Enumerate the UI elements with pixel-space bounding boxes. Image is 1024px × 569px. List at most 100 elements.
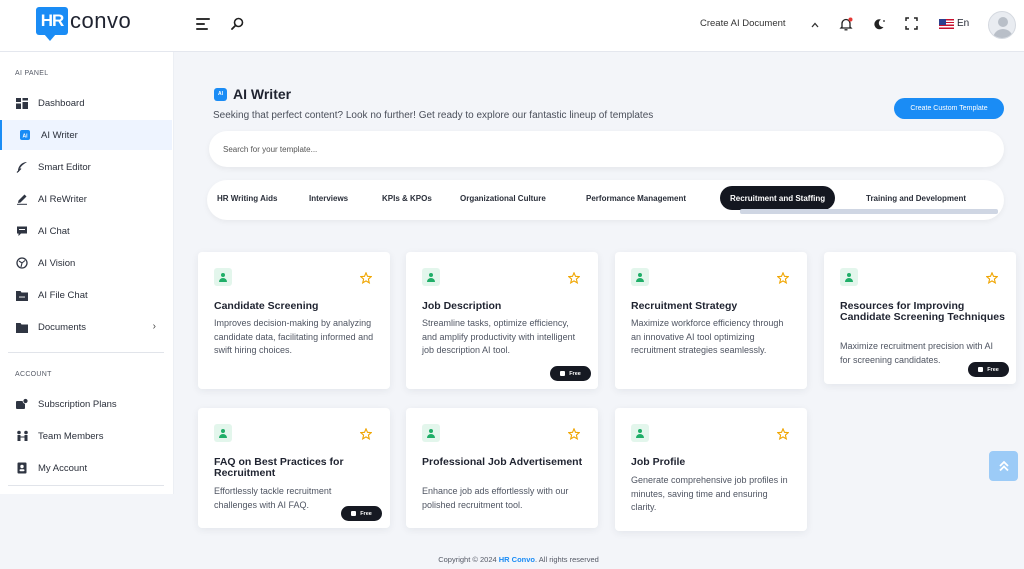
star-icon[interactable]: [567, 271, 581, 289]
dashboard-icon: [15, 96, 29, 110]
section-title-account: ACCOUNT: [15, 371, 52, 378]
sidebar-item-label: AI File Chat: [38, 289, 88, 301]
account-icon: [15, 461, 29, 475]
tab-interviews[interactable]: Interviews: [299, 186, 358, 210]
feather-icon: [15, 160, 29, 174]
sidebar-item-subscription-plans[interactable]: Subscription Plans: [0, 389, 172, 419]
sidebar-item-my-account[interactable]: My Account: [0, 453, 172, 483]
card-title: Resources for Improving Candidate Screen…: [840, 300, 1005, 323]
sidebar-item-label: Team Members: [38, 430, 104, 442]
create-custom-template-button[interactable]: Create Custom Template: [894, 98, 1004, 119]
star-icon[interactable]: [776, 271, 790, 289]
pen-icon: [15, 192, 29, 206]
template-card-resources-screening[interactable]: Resources for Improving Candidate Screen…: [824, 252, 1016, 384]
sidebar-item-label: My Account: [38, 462, 88, 474]
page-title: AI Writer: [233, 86, 292, 102]
card-description: Streamline tasks, optimize efficiency, a…: [422, 318, 576, 355]
sidebar-item-ai-rewriter[interactable]: AI ReWriter: [0, 184, 172, 214]
card-title: Job Profile: [631, 456, 686, 468]
category-tabs: HR Writing Aids Interviews KPIs & KPOs O…: [207, 180, 1004, 220]
tab-organizational-culture[interactable]: Organizational Culture: [450, 186, 556, 210]
theme-toggle-icon[interactable]: [872, 17, 886, 36]
language-selector[interactable]: En: [939, 18, 969, 29]
card-title: FAQ on Best Practices for Recruitment: [214, 456, 344, 479]
chevron-right-icon: ›: [152, 321, 156, 332]
template-card-job-description[interactable]: Job Description Streamline tasks, optimi…: [406, 252, 598, 389]
sidebar: AI PANEL Dashboard AI AI Writer Smart Ed…: [0, 52, 174, 494]
folder-icon: [15, 320, 29, 334]
star-icon[interactable]: [359, 271, 373, 289]
ai-writer-icon: AI: [214, 87, 227, 101]
free-label: Free: [360, 510, 372, 517]
footer-brand-link[interactable]: HR Convo: [499, 555, 535, 564]
template-search-input[interactable]: [223, 144, 1004, 154]
create-ai-document-button[interactable]: Create AI Document: [700, 18, 786, 29]
gift-icon: [560, 371, 566, 376]
sidebar-item-ai-file-chat[interactable]: AI File Chat: [0, 280, 172, 310]
chat-icon: [15, 224, 29, 238]
tab-hr-writing-aids[interactable]: HR Writing Aids: [207, 186, 287, 210]
double-chevron-up-icon: [998, 460, 1009, 472]
person-icon: [840, 268, 858, 286]
footer: Copyright © 2024 HR Convo. All rights re…: [0, 555, 1024, 564]
person-icon: [631, 424, 649, 442]
logo[interactable]: HR convo: [36, 7, 132, 41]
page-subtitle: Seeking that perfect content? Look no fu…: [213, 110, 654, 121]
gift-icon: [978, 367, 984, 372]
sidebar-divider: [8, 352, 164, 353]
template-card-faq-best-practices[interactable]: FAQ on Best Practices for Recruitment Ef…: [198, 408, 390, 528]
scroll-to-top-button[interactable]: [989, 451, 1018, 481]
footer-rights: . All rights reserved: [535, 555, 599, 564]
sidebar-item-ai-writer[interactable]: AI AI Writer: [0, 120, 172, 150]
template-card-recruitment-strategy[interactable]: Recruitment Strategy Maximize workforce …: [615, 252, 807, 389]
free-badge: Free: [550, 366, 591, 381]
tab-kpis-kpos[interactable]: KPIs & KPOs: [372, 186, 442, 210]
fullscreen-icon[interactable]: [905, 17, 918, 35]
tabs-scrollbar[interactable]: [740, 209, 998, 214]
page-heading: AI AI Writer: [214, 86, 291, 102]
logo-mark: HR: [36, 7, 68, 41]
free-badge: Free: [341, 506, 382, 521]
chevron-up-icon[interactable]: [810, 17, 820, 35]
subscription-icon: [15, 397, 29, 411]
sidebar-item-label: Subscription Plans: [38, 398, 117, 410]
search-icon[interactable]: [231, 17, 244, 35]
tab-performance-management[interactable]: Performance Management: [576, 186, 696, 210]
us-flag-icon: [939, 18, 954, 29]
template-search: [209, 131, 1004, 167]
person-icon: [631, 268, 649, 286]
star-icon[interactable]: [359, 427, 373, 445]
sidebar-item-label: AI ReWriter: [38, 193, 87, 205]
tab-training-and-development[interactable]: Training and Development: [856, 186, 976, 210]
sidebar-item-dashboard[interactable]: Dashboard: [0, 88, 172, 118]
ai-writer-icon: AI: [18, 128, 32, 142]
sidebar-item-label: AI Vision: [38, 257, 76, 269]
free-label: Free: [569, 370, 581, 377]
language-label: En: [957, 18, 970, 29]
vision-icon: [15, 256, 29, 270]
tab-recruitment-and-staffing[interactable]: Recruitment and Staffing: [720, 186, 836, 210]
sidebar-item-documents[interactable]: Documents ›: [0, 312, 172, 342]
logo-text: convo: [70, 8, 132, 33]
template-card-job-profile[interactable]: Job Profile Generate comprehensive job p…: [615, 408, 807, 531]
sidebar-divider: [8, 485, 164, 486]
card-title: Candidate Screening: [214, 300, 319, 312]
template-card-professional-job-ad[interactable]: Professional Job Advertisement Enhance j…: [406, 408, 598, 528]
person-icon: [214, 268, 232, 286]
menu-toggle-icon[interactable]: [196, 18, 210, 32]
star-icon[interactable]: [776, 427, 790, 445]
sidebar-item-ai-vision[interactable]: AI Vision: [0, 248, 172, 278]
card-title: Professional Job Advertisement: [422, 456, 583, 468]
team-icon: [15, 429, 29, 443]
avatar[interactable]: [988, 11, 1016, 39]
template-card-candidate-screening[interactable]: Candidate Screening Improves decision-ma…: [198, 252, 390, 389]
star-icon[interactable]: [567, 427, 581, 445]
bell-icon[interactable]: [839, 17, 853, 36]
card-title: Job Description: [422, 300, 502, 312]
card-description: Maximize workforce efficiency through an…: [631, 318, 784, 355]
sidebar-item-smart-editor[interactable]: Smart Editor: [0, 152, 172, 182]
sidebar-item-ai-chat[interactable]: AI Chat: [0, 216, 172, 246]
sidebar-item-team-members[interactable]: Team Members: [0, 421, 172, 451]
sidebar-item-label: Documents: [38, 321, 87, 333]
star-icon[interactable]: [985, 271, 999, 289]
